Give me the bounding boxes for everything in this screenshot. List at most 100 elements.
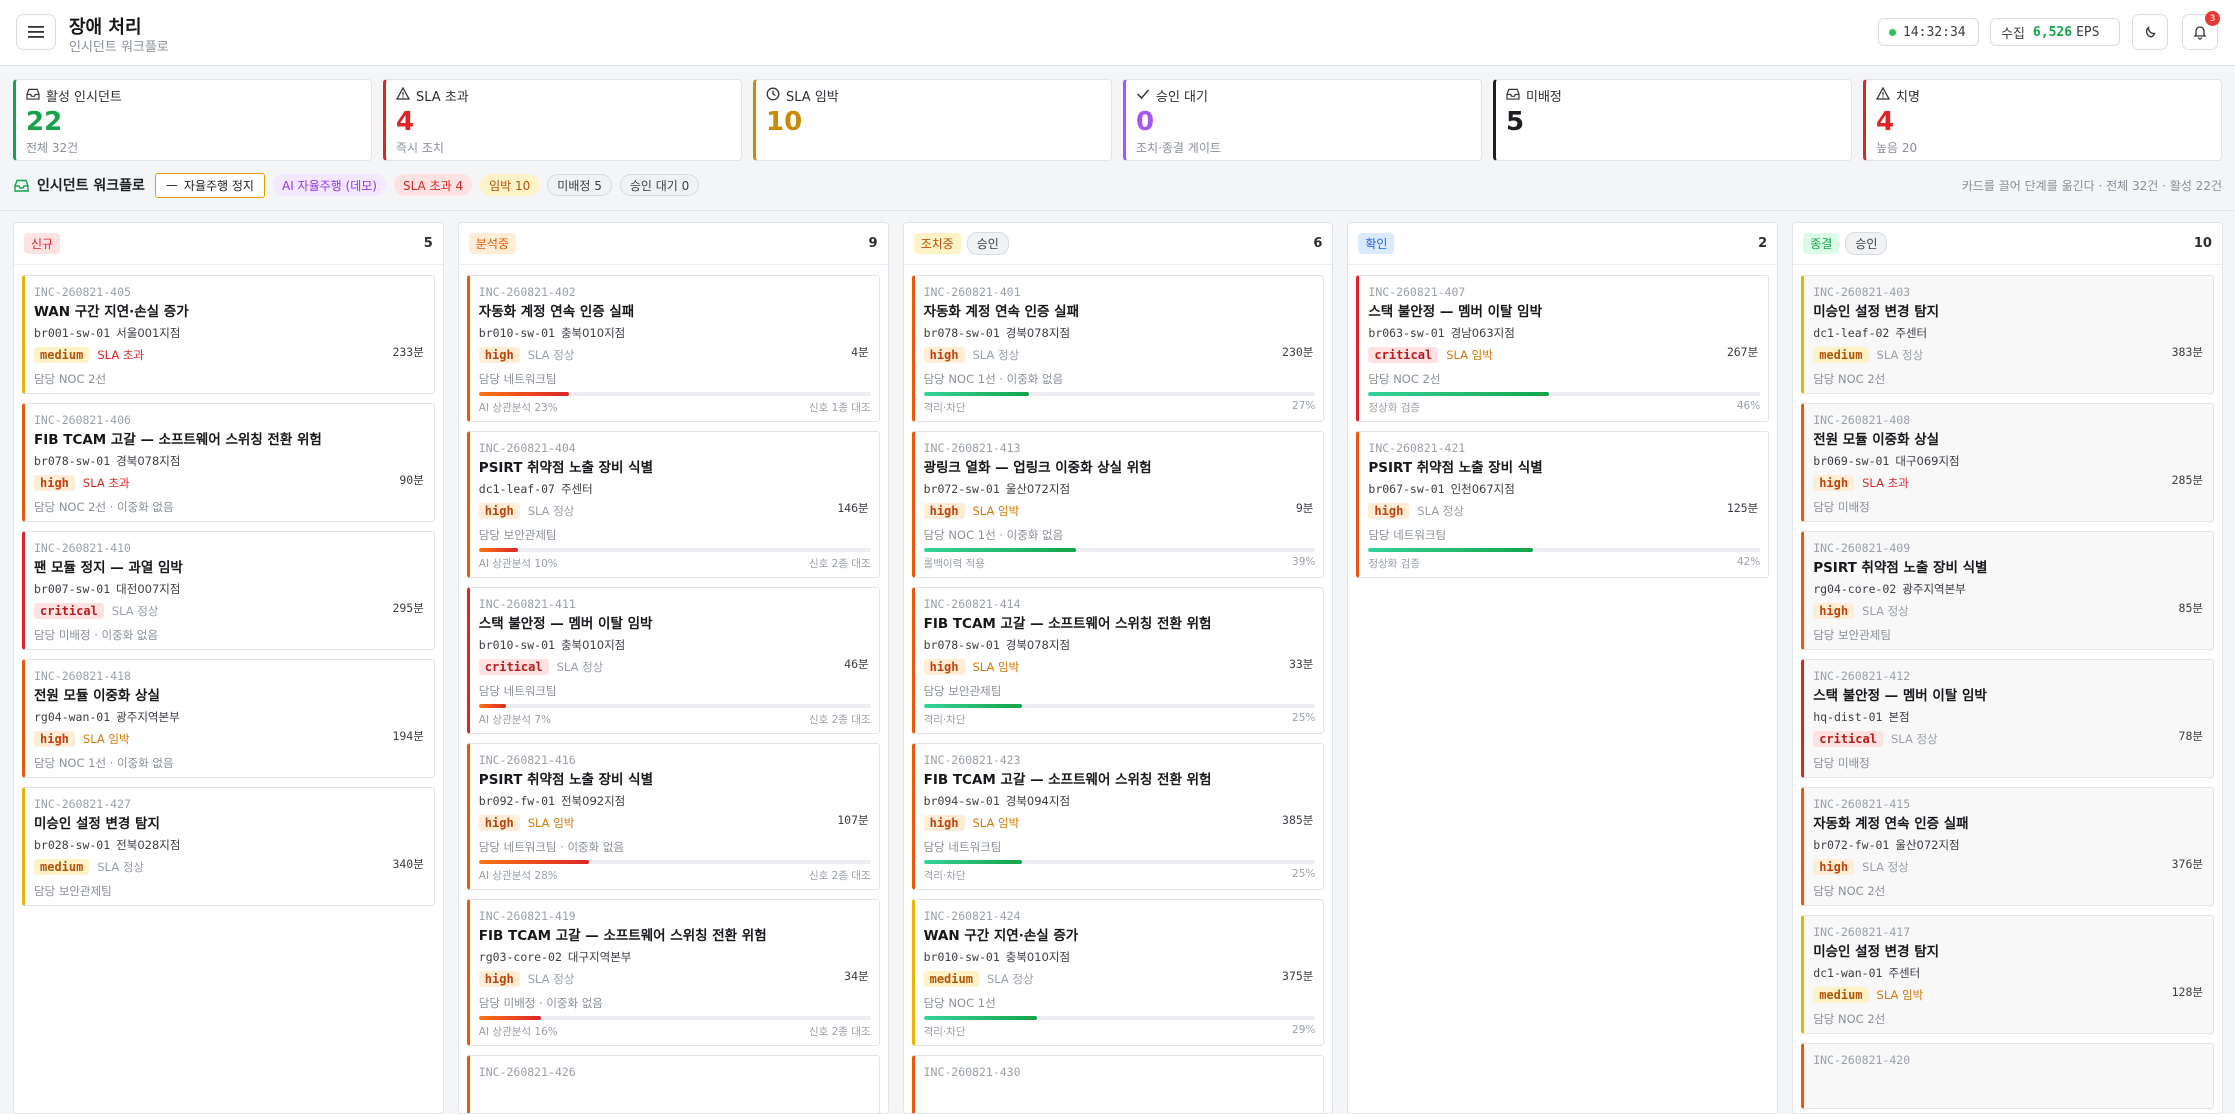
- unassigned-filter-chip[interactable]: 미배정 5: [547, 174, 612, 196]
- incident-card[interactable]: INC-260821-406 FIB TCAM 고갈 — 소프트웨어 스위칭 전환…: [22, 403, 435, 522]
- incident-card[interactable]: INC-260821-411 스택 불안정 — 멤버 이탈 임박 br010-sw-…: [466, 587, 880, 734]
- incident-card[interactable]: INC-260821-402 자동화 계정 연속 인증 실패 br010-sw-01…: [466, 275, 880, 422]
- sla-over-filter-chip[interactable]: SLA 초과 4: [393, 174, 473, 196]
- incident-card[interactable]: INC-260821-427 미승인 설정 변경 탐지 br028-sw-01 전북0…: [22, 787, 435, 906]
- ai-autopilot-chip[interactable]: AI 자율주행 (데모): [272, 174, 386, 196]
- column-title: 확인: [1358, 233, 1395, 254]
- incident-device: rg03-core-02 대구지역본부: [479, 949, 871, 965]
- stop-autopilot-button[interactable]: — 자율주행 정지: [154, 172, 265, 198]
- column-approve-badge[interactable]: 승인: [1845, 232, 1888, 255]
- summary-card[interactable]: SLA 초과 4 즉시 조치: [383, 79, 742, 161]
- incident-title: PSIRT 취약점 노출 장비 식별: [478, 460, 654, 476]
- incident-card[interactable]: INC-260821-412 스택 불안정 — 멤버 이탈 임박 hq-dist-0…: [1801, 659, 2214, 778]
- severity-badge: high: [923, 347, 965, 363]
- elapsed-minutes: 46분: [844, 657, 869, 671]
- summary-card[interactable]: 미배정 5: [1493, 79, 1852, 161]
- incident-tags: high SLA 임박 194분: [34, 728, 426, 750]
- elapsed-minutes: 146분: [837, 501, 869, 515]
- severity-badge: critical: [1813, 731, 1883, 747]
- progress-footer: AI 상관분석 23% 신호 1종 대조: [479, 400, 871, 421]
- incident-card[interactable]: INC-260821-420: [1801, 1043, 2214, 1109]
- summary-card[interactable]: 치명 4 높음 20: [1863, 79, 2222, 161]
- column-header: 종결 승인 10: [1793, 223, 2222, 265]
- notifications-button[interactable]: 3: [2182, 11, 2220, 50]
- incident-card[interactable]: INC-260821-405 WAN 구간 지연·손실 증가 br001-sw-01…: [22, 275, 435, 394]
- progress-detail: 42%: [1736, 556, 1761, 568]
- incident-device: dc1-leaf-02 주센터: [1813, 325, 2205, 341]
- column-card-list: INC-260821-402 자동화 계정 연속 인증 실패 br010-sw-01…: [459, 265, 888, 1113]
- incident-tags: medium SLA 정상 383분: [1813, 344, 2205, 366]
- progress-bar-fill: [478, 392, 569, 396]
- incident-title: PSIRT 취약점 노출 장비 식별: [1813, 560, 1988, 576]
- progress-bar-fill: [923, 548, 1077, 552]
- device-site: 경북078지점: [1005, 638, 1071, 652]
- incident-device: dc1-wan-01 주센터: [1813, 965, 2205, 981]
- incident-title: 미승인 설정 변경 탐지: [1813, 944, 1940, 960]
- progress-footer: 격리·차단 25%: [924, 868, 1316, 889]
- severity-badge: medium: [34, 859, 90, 875]
- theme-toggle-button[interactable]: [2132, 14, 2168, 50]
- column-approve-badge[interactable]: 승인: [966, 232, 1009, 255]
- incident-card[interactable]: INC-260821-426: [466, 1055, 880, 1113]
- incident-card[interactable]: INC-260821-413 광링크 열화 — 업링크 이중화 상실 위험 br07…: [911, 431, 1325, 578]
- eps-label: 수집: [2001, 26, 2025, 42]
- device-name: br007-sw-01: [34, 582, 111, 596]
- summary-card-title: 승인 대기: [1156, 90, 1208, 105]
- incident-card[interactable]: INC-260821-409 PSIRT 취약점 노출 장비 식별 rg04-cor…: [1801, 531, 2214, 650]
- incident-id: INC-260821-401: [923, 285, 1021, 299]
- imminent-filter-chip[interactable]: 임박 10: [480, 174, 540, 196]
- device-site: 경북078지점: [1005, 326, 1071, 340]
- sla-status: SLA 정상: [1417, 504, 1464, 518]
- progress-label: 격리·차단: [923, 1026, 966, 1038]
- sla-status: SLA 초과: [82, 476, 130, 490]
- progress-detail: 신호 2종 대조: [808, 714, 871, 726]
- incident-card[interactable]: INC-260821-407 스택 불안정 — 멤버 이탈 임박 br063-sw-…: [1356, 275, 1770, 422]
- severity-badge: critical: [34, 603, 104, 619]
- device-site: 서울001지점: [116, 326, 181, 340]
- summary-card[interactable]: 승인 대기 0 조치·종결 게이트: [1123, 79, 1482, 161]
- progress-footer: AI 상관분석 10% 신호 2종 대조: [479, 556, 871, 577]
- summary-card[interactable]: SLA 임박 10: [753, 79, 1112, 161]
- incident-card[interactable]: INC-260821-414 FIB TCAM 고갈 — 소프트웨어 스위칭 전환…: [911, 587, 1325, 734]
- progress-bar: [478, 704, 871, 708]
- incident-card[interactable]: INC-260821-419 FIB TCAM 고갈 — 소프트웨어 스위칭 전환…: [466, 899, 880, 1046]
- incident-id: INC-260821-411: [478, 597, 576, 611]
- incident-card[interactable]: INC-260821-416 PSIRT 취약점 노출 장비 식별 br092-fw…: [466, 743, 880, 890]
- incident-id: INC-260821-430: [923, 1065, 1021, 1079]
- incident-card[interactable]: INC-260821-423 FIB TCAM 고갈 — 소프트웨어 스위칭 전환…: [911, 743, 1325, 890]
- incident-card[interactable]: INC-260821-401 자동화 계정 연속 인증 실패 br078-sw-01…: [911, 275, 1325, 422]
- incident-card[interactable]: INC-260821-421 PSIRT 취약점 노출 장비 식별 br067-sw…: [1356, 431, 1770, 578]
- bell-icon: [2193, 26, 2207, 40]
- progress-footer: AI 상관분석 28% 신호 2종 대조: [479, 868, 871, 889]
- incident-card[interactable]: INC-260821-404 PSIRT 취약점 노출 장비 식별 dc1-leaf…: [466, 431, 880, 578]
- menu-button[interactable]: [16, 14, 56, 50]
- incident-id: INC-260821-412: [1813, 669, 1911, 683]
- incident-title: 스택 불안정 — 멤버 이탈 임박: [1813, 688, 1987, 704]
- sla-status: SLA 임박: [527, 816, 575, 830]
- severity-badge: high: [478, 347, 520, 363]
- approval-filter-chip[interactable]: 승인 대기 0: [619, 174, 700, 196]
- incident-owner: 담당 보안관제팀: [34, 884, 112, 898]
- incident-card[interactable]: INC-260821-415 자동화 계정 연속 인증 실패 br072-fw-01…: [1801, 787, 2214, 906]
- device-name: rg03-core-02: [478, 950, 562, 964]
- summary-card[interactable]: 활성 인시던트 22 전체 32건: [13, 79, 372, 161]
- incident-card[interactable]: INC-260821-424 WAN 구간 지연·손실 증가 br010-sw-01…: [911, 899, 1325, 1046]
- incident-card[interactable]: INC-260821-430: [911, 1055, 1325, 1113]
- sla-status: SLA 정상: [527, 348, 575, 362]
- kanban-column: 조치중 승인 6 INC-260821-401 자동화 계정 연속 인증 실패 br078…: [902, 222, 1334, 1114]
- severity-badge: medium: [1813, 347, 1869, 363]
- progress-detail: 신호 2종 대조: [808, 1026, 871, 1038]
- severity-badge: critical: [478, 659, 549, 675]
- incident-card[interactable]: INC-260821-418 전원 모듈 이중화 상실 rg04-wan-01 광주지…: [22, 659, 435, 778]
- severity-badge: medium: [1813, 987, 1869, 1003]
- incident-owner: 담당 보안관제팀: [1813, 628, 1891, 642]
- workflow-toolbar: 인시던트 워크플로 — 자율주행 정지 AI 자율주행 (데모) SLA 초과 …: [14, 172, 2222, 198]
- incident-owner: 담당 네트워크팀: [478, 684, 557, 698]
- incident-owner: 담당 NOC 2선: [34, 372, 107, 386]
- column-count: 9: [868, 236, 878, 251]
- incident-device: br078-sw-01 경북078지점: [34, 453, 426, 469]
- incident-card[interactable]: INC-260821-403 미승인 설정 변경 탐지 dc1-leaf-02 주센터…: [1801, 275, 2214, 394]
- incident-card[interactable]: INC-260821-410 팬 모듈 정지 — 과열 임박 br007-sw-01…: [22, 531, 435, 650]
- incident-card[interactable]: INC-260821-408 전원 모듈 이중화 상실 br069-sw-01 대구0…: [1801, 403, 2214, 522]
- incident-card[interactable]: INC-260821-417 미승인 설정 변경 탐지 dc1-wan-01 주센터 m…: [1801, 915, 2214, 1034]
